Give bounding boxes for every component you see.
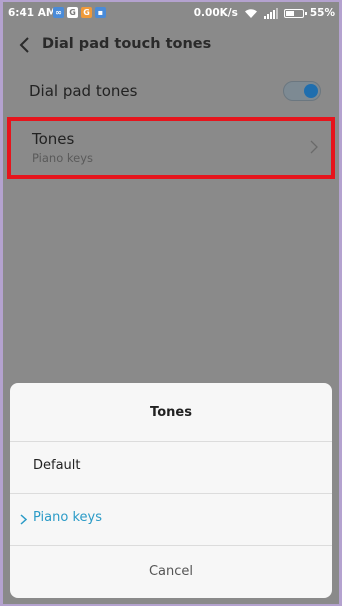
wifi-icon (244, 8, 257, 18)
g-icon: G (67, 7, 78, 18)
tones-row[interactable]: Tones Piano keys (7, 117, 335, 179)
net-speed: 0.00K/s (193, 7, 238, 19)
dialog-title: Tones (150, 405, 192, 420)
status-bar: 6:41 AM ∞ G G ▪ 0.00K/s 55% (3, 2, 339, 24)
g-orange-icon: G (81, 7, 92, 18)
back-arrow-icon[interactable] (15, 35, 35, 55)
cancel-button[interactable]: Cancel (10, 546, 332, 598)
dial-pad-tones-toggle[interactable] (283, 81, 321, 101)
status-right: 0.00K/s 55% (194, 7, 335, 19)
toggle-knob (304, 84, 318, 98)
infinity-icon: ∞ (53, 7, 64, 18)
app-bar: Dial pad touch tones (3, 24, 339, 66)
signal-icon (263, 7, 278, 19)
tones-value: Piano keys (32, 151, 94, 165)
option-label: Piano keys (33, 510, 102, 525)
option-piano-keys[interactable]: Piano keys (10, 494, 332, 545)
tones-title: Tones (32, 130, 75, 148)
status-time: 6:41 AM (8, 7, 57, 19)
option-default[interactable]: Default (10, 442, 332, 493)
phone-screen: 6:41 AM ∞ G G ▪ 0.00K/s 55% Dial pad tou… (3, 2, 339, 604)
option-label: Default (33, 458, 81, 473)
battery-icon (283, 8, 307, 18)
page-title: Dial pad touch tones (42, 36, 212, 52)
dial-pad-tones-row[interactable]: Dial pad tones (3, 66, 339, 116)
selected-chevron-icon (20, 514, 27, 525)
notification-icons: ∞ G G ▪ (53, 7, 106, 18)
battery-percent: 55% (309, 7, 335, 19)
cancel-label: Cancel (148, 564, 194, 579)
chevron-right-icon (310, 140, 318, 154)
dial-pad-tones-label: Dial pad tones (29, 82, 138, 100)
tones-dialog: Tones Default Piano keys Cancel (10, 383, 332, 598)
file-icon: ▪ (95, 7, 106, 18)
